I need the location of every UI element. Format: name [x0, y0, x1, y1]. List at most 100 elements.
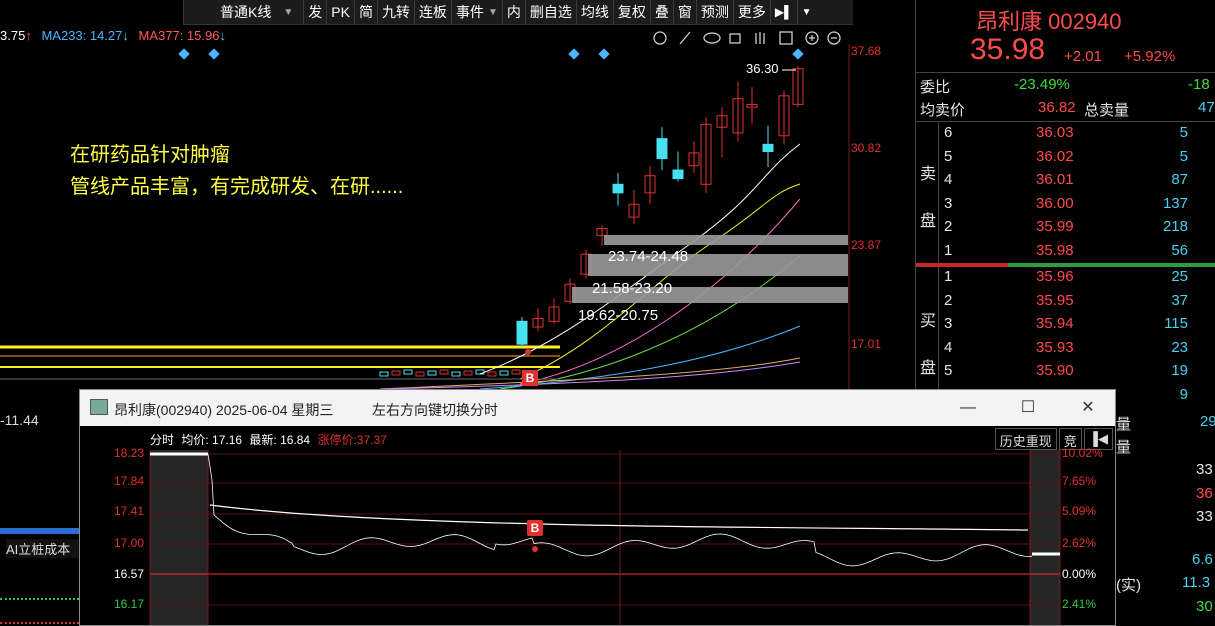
kline-type-label: 普通K线 — [220, 4, 272, 20]
settings-icon[interactable] — [653, 31, 667, 45]
intraday-popup: 昂利康(002940) 2025-06-04 星期三 左右方向键切换分时 — ☐… — [79, 389, 1116, 626]
candle-body — [762, 143, 774, 152]
pen-icon[interactable] — [679, 31, 691, 45]
gap-zone-label: 23.74-24.48 — [608, 248, 689, 265]
toolbar-dropdown-icon[interactable]: ▼ — [796, 0, 816, 24]
last-price: 35.98 — [970, 33, 1046, 66]
ai-cost-label[interactable]: AI立桩成本 — [6, 539, 79, 558]
maximize-icon[interactable]: ☐ — [1014, 396, 1042, 420]
sell-level-row[interactable]: 4 36.01 87 — [916, 171, 1215, 195]
buy-marker[interactable]: B — [522, 370, 538, 386]
toolbar-ma-button[interactable]: 均线 — [575, 0, 613, 24]
kline-type-button[interactable]: 普通K线 ▼ — [183, 0, 303, 24]
level-number: 1 — [944, 268, 953, 285]
level-qty: 9 — [1179, 385, 1188, 403]
box-icon[interactable] — [729, 33, 741, 44]
ma377-value: MA377: 15.96 — [138, 28, 220, 43]
y-axis-pct-label: 7.65% — [1062, 474, 1097, 488]
eye-icon[interactable] — [703, 32, 721, 44]
candle-body — [656, 138, 668, 160]
camera-icon[interactable] — [779, 31, 793, 45]
toolbar-pk-button[interactable]: PK — [326, 0, 354, 24]
intraday-chart — [149, 450, 1061, 625]
expand-panel-icon[interactable]: ▶▌ — [769, 0, 797, 24]
chart-toolbar: 普通K线 ▼ 发 PK 简 九转 连板 事件 ▼ 内 删自选 均线 复权 叠 窗 预… — [183, 0, 853, 25]
buy-level-row[interactable]: 5 35.90 19 — [916, 362, 1215, 386]
toolbar-jian-button[interactable]: 简 — [353, 0, 377, 24]
price-change-pct: +5.92% — [1124, 48, 1176, 65]
toolbar-more-button[interactable]: 更多 — [732, 0, 770, 24]
toolbar-nei-button[interactable]: 内 — [501, 0, 525, 24]
y-axis-label: 17.84 — [114, 474, 145, 488]
sell-level-row[interactable]: 1 35.98 56 — [916, 242, 1215, 266]
sell-level-row[interactable]: 6 36.03 5 — [916, 124, 1215, 148]
avg-price: 36.82 — [1038, 99, 1076, 116]
event-diamond-icon — [208, 48, 220, 60]
toolbar-overlay-button[interactable]: 叠 — [649, 0, 673, 24]
events-label: 事件 — [455, 4, 484, 20]
sell-level-row[interactable]: 2 35.99 218 — [916, 218, 1215, 242]
total-qty: 47 — [1198, 99, 1215, 116]
avg-label: 均卖价 — [920, 102, 966, 119]
toolbar-events-button[interactable]: 事件 ▼ — [450, 0, 502, 24]
gap-zone-label: 21.58-23.20 — [592, 280, 673, 297]
y-axis-pct-label: 0.00% — [1062, 567, 1097, 581]
toolbar-remove-watch-button[interactable]: 删自选 — [524, 0, 576, 24]
price-axis-label: 17.01 — [851, 337, 882, 351]
sell-level-row[interactable]: 5 36.02 5 — [916, 148, 1215, 172]
down-arrow-icon: ↓ — [219, 28, 226, 43]
candle-body — [463, 370, 473, 376]
peak-price-label: 36.30 — [746, 61, 779, 76]
popup-titlebar[interactable]: 昂利康(002940) 2025-06-04 星期三 左右方向键切换分时 — ☐… — [80, 390, 1115, 426]
level-qty: 5 — [1179, 124, 1188, 141]
toolbar-adjust-button[interactable]: 复权 — [612, 0, 650, 24]
toolbar-lianban-button[interactable]: 连板 — [413, 0, 451, 24]
indicator-dots — [0, 598, 79, 602]
level-price: 35.96 — [1036, 268, 1074, 285]
popup-hint: 左右方向键切换分时 — [372, 402, 498, 418]
extra-value: 6.6 — [1192, 551, 1213, 568]
extra-value: 33 — [1196, 508, 1213, 525]
toolbar-jiuzhuan-button[interactable]: 九转 — [376, 0, 414, 24]
buy-level-row[interactable]: 3 35.94 115 — [916, 315, 1215, 339]
y-axis-label: 17.41 — [114, 504, 145, 518]
limit-up-price: 涨停价:37.37 — [317, 433, 387, 447]
sell-level-row[interactable]: 3 36.00 137 — [916, 195, 1215, 219]
weibi-label: 委比 — [920, 79, 951, 96]
level-number: 2 — [944, 291, 953, 309]
candle-body — [391, 370, 401, 376]
level-qty: 56 — [1171, 241, 1188, 259]
toolbar-window-button[interactable]: 窗 — [672, 0, 696, 24]
hand-icon[interactable] — [755, 32, 765, 44]
toolbar-forecast-button[interactable]: 预测 — [695, 0, 733, 24]
down-arrow-icon: ↓ — [122, 28, 129, 43]
level-price: 36.00 — [1036, 194, 1074, 212]
buy-marker[interactable]: B — [527, 520, 543, 536]
buy-level-row[interactable]: 4 35.93 23 — [916, 339, 1215, 363]
y-axis-pct-label: 5.09% — [1062, 504, 1097, 518]
buy-dot — [532, 546, 538, 552]
history-replay-button[interactable]: 历史重现 — [994, 428, 1057, 450]
sell-ratio-bar — [916, 263, 1008, 267]
y-axis-label: 16.57 — [114, 567, 145, 581]
avg-price-line — [209, 504, 1029, 531]
toolbar-fa-button[interactable]: 发 — [303, 0, 326, 24]
candle-body — [516, 320, 528, 345]
gap-zone — [604, 235, 848, 245]
price-axis-label: 23.87 — [851, 238, 882, 252]
candle-body — [672, 169, 684, 180]
annotation-line-2: 管线产品丰富，有完成研发、在研...... — [70, 176, 404, 198]
buy-level-row[interactable]: 1 35.96 25 — [916, 268, 1215, 292]
buy-level-row[interactable]: 2 35.95 37 — [916, 292, 1215, 316]
y-axis-label: 16.17 — [114, 597, 145, 611]
auction-region — [1030, 450, 1060, 625]
buy-ratio-bar — [1008, 263, 1215, 267]
minimize-icon[interactable]: — — [954, 396, 982, 420]
level-number: 3 — [944, 315, 953, 332]
latest-price: 最新: 16.84 — [249, 433, 311, 447]
candle-body — [511, 369, 521, 375]
level-price: 36.01 — [1036, 171, 1074, 188]
level-price: 35.94 — [1036, 315, 1074, 332]
close-icon[interactable]: ✕ — [1074, 396, 1102, 420]
level-number: 1 — [944, 241, 953, 259]
